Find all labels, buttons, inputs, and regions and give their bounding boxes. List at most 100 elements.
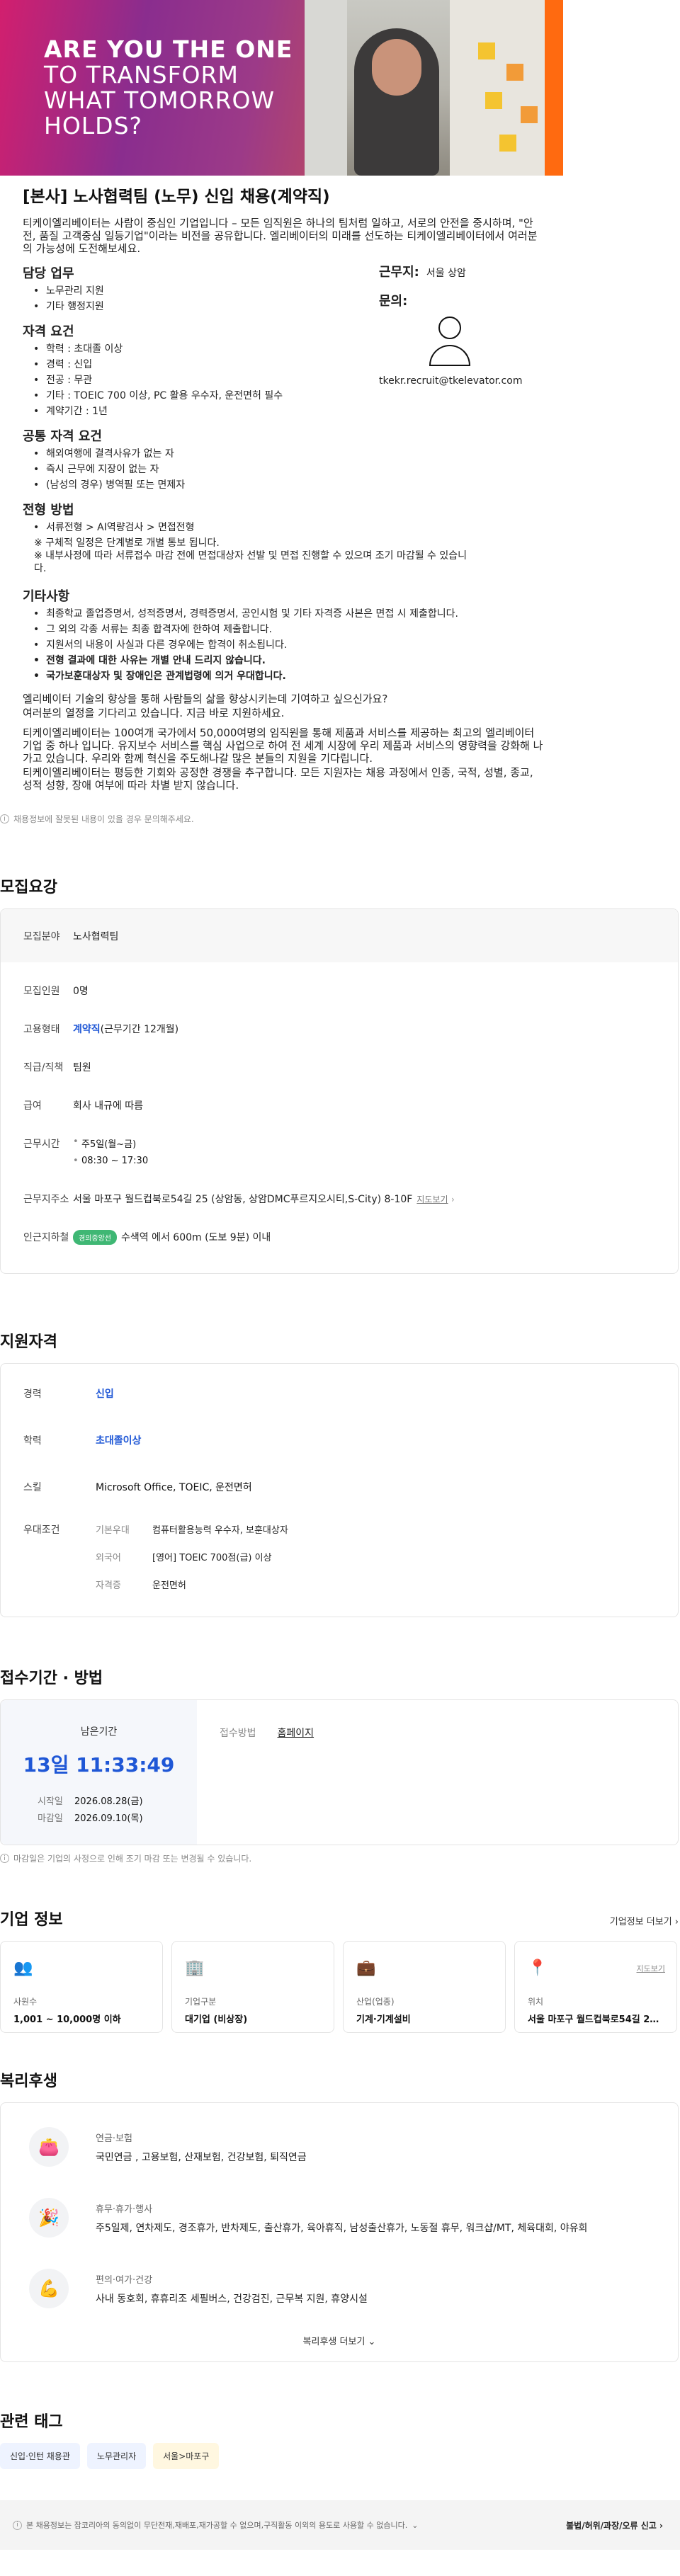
requirement-heading: 자격 요건: [23, 324, 74, 339]
copyright-notice[interactable]: i 본 채용정보는 잡코리아의 동의없이 무단전재,재배포,재가공할 수 없으며…: [13, 2519, 418, 2531]
benefit-more-label: 복리후생 더보기: [302, 2337, 366, 2347]
benefit-row: 👛 연금·보험 국민연금 , 고용보험, 산재보험, 건강보험, 퇴직연금: [1, 2127, 678, 2167]
period-dates: 시작일 2026.08.28(금) 마감일 2026.09.10(목): [38, 1794, 197, 1828]
report-link[interactable]: 불법/허위/과장/오류 신고 ›: [566, 2519, 663, 2531]
map-link[interactable]: 지도보기: [637, 1963, 665, 1974]
remaining-label: 남은기간: [80, 1726, 118, 1738]
list-item: 국가보훈대상자 및 장애인은 관계법령에 의거 우대합니다.: [33, 670, 567, 683]
company-more-label: 기업정보 더보기: [609, 1917, 672, 1927]
preference-item: 외국어 [영어] TOEIC 700점(급) 이상: [96, 1550, 288, 1563]
workplace-value: 서울 상암: [426, 268, 466, 279]
row-label: 우대조건: [23, 1524, 60, 1536]
card-value: 기계·기계설비: [356, 2014, 411, 2025]
section-title: 지원자격: [0, 1333, 57, 1351]
homepage-link[interactable]: 홈페이지: [278, 1728, 314, 1739]
chevron-down-icon: ⌄: [368, 2337, 376, 2347]
recruit-field-row: 모집분야 노사협력팀: [1, 909, 678, 962]
chevron-down-icon: ⌄: [412, 2520, 419, 2530]
etc-bold-list: 전형 결과에 대한 사유는 개별 안내 드리지 않습니다. 국가보훈대상자 및 …: [23, 654, 567, 683]
card-value: 서울 마포구 월드컵북로54길 25 (상암동): [528, 2014, 664, 2025]
list-item: 즉시 근무에 지장이 없는 자: [33, 463, 363, 476]
preference-key: 기본우대: [96, 1525, 130, 1536]
benefit-detail: 사내 동호회, 휴휴리조 세필버스, 건강검진, 근무복 지원, 휴양시설: [96, 2293, 368, 2305]
card-label: 사원수: [13, 1997, 38, 2007]
tag-chip[interactable]: 신입·인턴 채용관: [0, 2443, 80, 2469]
list-item: 지원서의 내용이 사실과 다른 경우에는 합격이 취소됩니다.: [33, 639, 547, 651]
requirement-list: 학력 : 초대졸 이상 경력 : 신입 전공 : 무관 기타 : TOEIC 7…: [23, 343, 363, 418]
preference-key: 자격증: [96, 1580, 121, 1591]
list-item: (남성의 경우) 병역필 또는 면제자: [33, 479, 363, 491]
deadline-note: 마감일은 기업의 사정으로 인해 조기 마감 또는 변경될 수 있습니다.: [13, 1854, 252, 1864]
contact-email[interactable]: tkekr.recruit@tkelevator.com: [379, 375, 563, 387]
briefcase-icon: 💼: [356, 1959, 376, 1977]
card-label: 위치: [528, 1997, 544, 2007]
start-label: 시작일: [38, 1796, 63, 1807]
qualification-card: 경력 신입 학력 초대졸이상 스킬 Microsoft Office, TOEI…: [0, 1363, 679, 1617]
muscle-icon: 💪: [29, 2269, 69, 2308]
row-label: 모집인원: [23, 986, 60, 997]
employment-period: (근무기간 12개월): [100, 1024, 179, 1035]
intro-text: 티케이엘리베이터는 사람이 중심인 기업입니다 – 모든 임직원은 하나의 팀처…: [23, 217, 538, 255]
row-label: 근무시간: [23, 1139, 60, 1150]
tag-section: 관련 태그 신입·인턴 채용관 노무관리자 서울>마포구: [0, 2409, 680, 2469]
duty-heading: 담당 업무: [23, 266, 74, 281]
apply-method: 접수방법 홈페이지: [197, 1700, 314, 1845]
row-label: 학력: [23, 1435, 42, 1447]
section-title: 모집요강: [0, 879, 57, 896]
row-label: 모집분야: [23, 930, 60, 942]
benefit-row: 💪 편의·여가·건강 사내 동호회, 휴휴리조 세필버스, 건강검진, 근무복 …: [1, 2269, 678, 2308]
period-card: 남은기간 13일 11:33:49 시작일 2026.08.28(금) 마감일 20…: [0, 1699, 679, 1845]
list-item: 기타 : TOEIC 700 이상, PC 활용 우수자, 운전면허 필수: [33, 389, 430, 402]
company-cards: 👥 사원수 1,001 ~ 10,000명 이하 🏢 기업구분 대기업 (비상장…: [0, 1941, 679, 2033]
company-more-link[interactable]: 기업정보 더보기 ›: [610, 1914, 679, 1927]
report-label: 불법/허위/과장/오류 신고: [566, 2520, 657, 2531]
employment-type: 계약직: [73, 1024, 101, 1035]
list-item: 최종학교 졸업증명서, 성적증명서, 경력증명서, 공인시험 및 기타 자격증 …: [33, 608, 547, 620]
list-item: 전공 : 무관: [33, 374, 363, 387]
position-row: 직급/직책 팀원: [1, 1060, 678, 1074]
error-report-notice[interactable]: i 채용정보에 잘못된 내용이 있을 경우 문의해주세요.: [0, 813, 680, 825]
work-hours-list: 주5일(월~금) 08:30 ~ 17:30: [73, 1136, 148, 1172]
benefit-more-button[interactable]: 복리후생 더보기 ⌄: [1, 2334, 678, 2361]
list-item: 학력 : 초대졸 이상: [33, 343, 363, 355]
location-pin-icon: 📍: [528, 1959, 548, 1977]
list-item: 08:30 ~ 17:30: [73, 1156, 148, 1166]
skill-row: 스킬 Microsoft Office, TOEIC, 운전면허: [1, 1480, 678, 1494]
address-row: 근무지주소 서울 마포구 월드컵북로54길 25 (상암동, 상암DMC푸르지오…: [1, 1192, 678, 1206]
remaining-time: 13일 11:33:49: [23, 1753, 175, 1777]
company-card-industry: 💼 산업(업종) 기계·기계설비: [343, 1941, 506, 2033]
recruit-count-row: 모집인원 0명: [1, 984, 678, 998]
list-item: 전형 결과에 대한 사유는 개별 안내 드리지 않습니다.: [33, 654, 567, 667]
banner-line-2: TO TRANSFORM: [44, 61, 239, 89]
common-requirement-list: 해외여행에 결격사유가 없는 자 즉시 근무에 지장이 없는 자 (남성의 경우…: [23, 448, 363, 491]
benefit-detail: 주5일제, 연차제도, 경조휴가, 반차제도, 출산휴가, 육아휴직, 남성출산…: [96, 2222, 588, 2234]
etc-list: 최종학교 졸업증명서, 성적증명서, 경력증명서, 공인시험 및 기타 자격증 …: [23, 608, 547, 651]
building-icon: 🏢: [185, 1959, 205, 1977]
benefit-card: 👛 연금·보험 국민연금 , 고용보험, 산재보험, 건강보험, 퇴직연금 🎉 …: [0, 2102, 679, 2362]
list-item: 그 외의 각종 서류는 최종 합격자에 한하여 제출합니다.: [33, 623, 547, 636]
list-item: 경력 : 신입: [33, 358, 363, 371]
row-value: 팀원: [73, 1062, 91, 1073]
preference-value: 운전면허: [152, 1580, 186, 1591]
row-value: 노사협력팀: [73, 930, 119, 942]
end-label: 마감일: [38, 1813, 63, 1824]
closing-line: 티케이엘리베이터는 100여개 국가에서 50,000여명의 임직원을 통해 제…: [23, 726, 543, 765]
workplace: 근무지: 서울 상암: [379, 266, 563, 280]
row-value: 0명: [73, 986, 89, 997]
row-value: 초대졸이상: [96, 1435, 142, 1447]
list-item: 노무관리 지원: [33, 285, 363, 297]
remaining-time-panel: 남은기간 13일 11:33:49 시작일 2026.08.28(금) 마감일 20…: [1, 1700, 197, 1845]
end-date: 2026.09.10(목): [74, 1813, 143, 1824]
education-row: 학력 초대졸이상: [1, 1433, 678, 1447]
address-value: 서울 마포구 월드컵북로54길 25 (상암동, 상암DMC푸르지오시티,S-C…: [73, 1194, 413, 1205]
start-date: 2026.08.28(금): [74, 1796, 143, 1807]
row-value: Microsoft Office, TOEIC, 운전면허: [96, 1482, 252, 1493]
tag-chip[interactable]: 서울>마포구: [153, 2443, 220, 2469]
row-value: 신입: [96, 1389, 114, 1400]
card-label: 기업구분: [185, 1997, 217, 2007]
list-item: 주5일(월~금): [73, 1136, 148, 1150]
map-link[interactable]: 지도보기: [416, 1195, 448, 1204]
subway-line-badge: 경의중앙선: [73, 1230, 117, 1245]
section-title: 기업 정보: [0, 1911, 63, 1929]
tag-chip[interactable]: 노무관리자: [86, 2443, 147, 2469]
